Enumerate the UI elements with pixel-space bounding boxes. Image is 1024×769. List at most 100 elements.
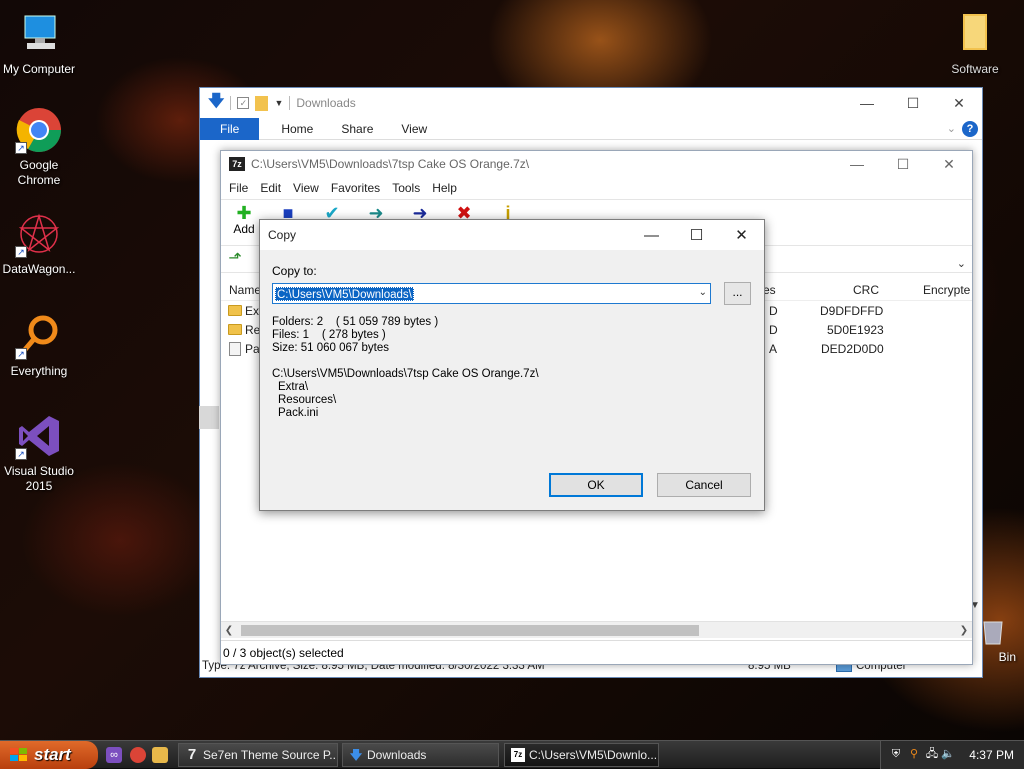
minimize-button[interactable]: — [844, 88, 890, 118]
7zip-logo-icon: 7z [511, 748, 525, 762]
desktop-icon-label: Visual Studio 2015 [4, 464, 74, 493]
taskbar: start ∞ 7 Se7en Theme Source P... 🡇 Down… [0, 740, 1024, 769]
ribbon-expand-chevron-icon[interactable]: ⌄ [947, 122, 956, 135]
tab-view[interactable]: View [387, 118, 441, 140]
source-item: Resources\ [278, 394, 337, 406]
datawagon-icon: ↗ [15, 210, 63, 258]
plus-icon: ✚ [236, 203, 252, 223]
everything-search-icon: ↗ [15, 312, 63, 360]
chevron-down-icon[interactable]: ⌄ [699, 287, 707, 298]
tab-home[interactable]: Home [267, 118, 327, 140]
address-dropdown-icon[interactable]: ⌄ [957, 257, 966, 270]
menu-help[interactable]: Help [426, 181, 463, 195]
system-tray: ⛨ ⚲ 🖧 🔈 4:37 PM [880, 741, 1024, 769]
desktop-icon-datawagon[interactable]: ↗ DataWagon... [0, 210, 78, 277]
shortcut-arrow-icon: ↗ [15, 348, 27, 360]
row-crc: DED2D0D0 [821, 342, 884, 356]
scroll-left-icon[interactable]: ❮ [221, 622, 237, 639]
column-crc[interactable]: CRC [853, 283, 879, 297]
explorer-nav-strip [199, 406, 219, 429]
menu-edit[interactable]: Edit [254, 181, 287, 195]
desktop-icon-label: DataWagon... [2, 262, 76, 276]
desktop-icon-label: Software [951, 62, 999, 76]
menu-file[interactable]: File [223, 181, 254, 195]
ok-button[interactable]: OK [549, 473, 643, 497]
close-button[interactable]: ✕ [936, 88, 982, 118]
tab-file[interactable]: File [200, 117, 260, 140]
desktop-icon-label: Everything [10, 364, 68, 378]
visual-studio-icon: ↗ [15, 412, 63, 460]
window-title: C:\Users\VM5\Downloads\7tsp Cake OS Oran… [251, 157, 530, 171]
explorer-quicklaunch-icon[interactable] [152, 747, 168, 763]
chrome-icon: ↗ [15, 106, 63, 154]
dropdown-arrow-icon[interactable]: ▼ [274, 98, 283, 108]
checkbox-icon[interactable]: ✓ [237, 97, 250, 109]
download-arrow-icon: 🡇 [208, 92, 225, 110]
source-item: Extra\ [278, 381, 309, 393]
minimize-button[interactable]: — [834, 151, 880, 177]
desktop-icon-software[interactable]: Software [936, 10, 1014, 77]
everything-search-icon[interactable]: ⚲ [907, 747, 921, 761]
row-attr: D [769, 304, 778, 318]
close-button[interactable]: ✕ [926, 151, 972, 177]
settings-file-icon [229, 342, 241, 356]
column-encrypted[interactable]: Encrypte [923, 283, 970, 297]
network-icon[interactable]: 🖧 [925, 747, 939, 761]
minimize-button[interactable]: — [629, 220, 674, 250]
chrome-quicklaunch-icon[interactable] [130, 747, 146, 763]
start-label: start [34, 745, 71, 764]
help-icon[interactable]: ? [962, 121, 978, 137]
source-path: C:\Users\VM5\Downloads\7tsp Cake OS Oran… [272, 368, 539, 380]
desktop-icon-everything[interactable]: ↗ Everything [0, 312, 78, 379]
menu-bar: File Edit View Favorites Tools Help [221, 177, 972, 199]
status-bar: 0 / 3 object(s) selected [221, 640, 972, 664]
menu-favorites[interactable]: Favorites [325, 181, 386, 195]
close-button[interactable]: ✕ [719, 220, 764, 250]
start-button[interactable]: start [0, 741, 98, 769]
shield-icon[interactable]: ⛨ [889, 747, 903, 761]
folders-summary: Folders: 2 ( 51 059 789 bytes ) [272, 316, 439, 328]
maximize-button[interactable]: ☐ [674, 220, 719, 250]
taskbar-item-downloads[interactable]: 🡇 Downloads [342, 743, 499, 767]
cancel-button[interactable]: Cancel [657, 473, 751, 497]
column-name[interactable]: Name [229, 283, 261, 297]
up-folder-icon[interactable]: ⬏ [225, 249, 245, 269]
explorer-titlebar: 🡇 ✓ ▼ Downloads — ☐ ✕ [200, 88, 982, 118]
add-button[interactable]: ✚ Add [227, 200, 261, 236]
tab-share[interactable]: Share [327, 118, 387, 140]
maximize-button[interactable]: ☐ [880, 151, 926, 177]
row-crc: 5D0E1923 [827, 323, 884, 337]
files-summary: Files: 1 ( 278 bytes ) [272, 329, 386, 341]
menu-view[interactable]: View [287, 181, 325, 195]
volume-icon[interactable]: 🔈 [941, 747, 955, 761]
destination-path-value[interactable]: C:\Users\VM5\Downloads\ [275, 287, 414, 301]
shortcut-arrow-icon: ↗ [15, 142, 27, 154]
menu-tools[interactable]: Tools [386, 181, 426, 195]
windows-flag-icon [10, 748, 28, 763]
desktop-icon-google-chrome[interactable]: ↗ Google Chrome [0, 106, 78, 188]
scroll-right-icon[interactable]: ❯ [956, 622, 972, 639]
row-crc: D9DFDFFD [820, 304, 884, 318]
shortcut-arrow-icon: ↗ [15, 246, 27, 258]
7zip-logo-icon: 7z [229, 157, 245, 171]
desktop-icon-visual-studio-2015[interactable]: ↗ Visual Studio 2015 [0, 412, 78, 494]
destination-path-combobox[interactable]: C:\Users\VM5\Downloads\ ⌄ [272, 283, 711, 304]
window-title: Downloads [296, 96, 356, 110]
size-summary: Size: 51 060 067 bytes [272, 342, 389, 354]
taskbar-item-7zip[interactable]: 7z C:\Users\VM5\Downlo... [504, 743, 659, 767]
taskbar-item-se7en-theme[interactable]: 7 Se7en Theme Source P... [178, 743, 338, 767]
browse-button[interactable]: ... [724, 282, 751, 305]
desktop-icon-my-computer[interactable]: My Computer [0, 10, 78, 77]
scrollbar-thumb[interactable] [241, 625, 699, 636]
folder-icon[interactable] [255, 95, 269, 111]
7-icon: 7 [187, 746, 197, 763]
computer-icon [15, 10, 63, 58]
folder-icon [951, 10, 999, 58]
shortcut-arrow-icon: ↗ [15, 448, 27, 460]
7zip-titlebar: 7z C:\Users\VM5\Downloads\7tsp Cake OS O… [221, 151, 972, 177]
visual-studio-quicklaunch-icon[interactable]: ∞ [106, 747, 122, 763]
copy-dialog: Copy — ☐ ✕ Copy to: C:\Users\VM5\Downloa… [259, 219, 765, 511]
horizontal-scrollbar[interactable]: ❮ ❯ [221, 621, 972, 638]
clock[interactable]: 4:37 PM [969, 741, 1014, 769]
maximize-button[interactable]: ☐ [890, 88, 936, 118]
